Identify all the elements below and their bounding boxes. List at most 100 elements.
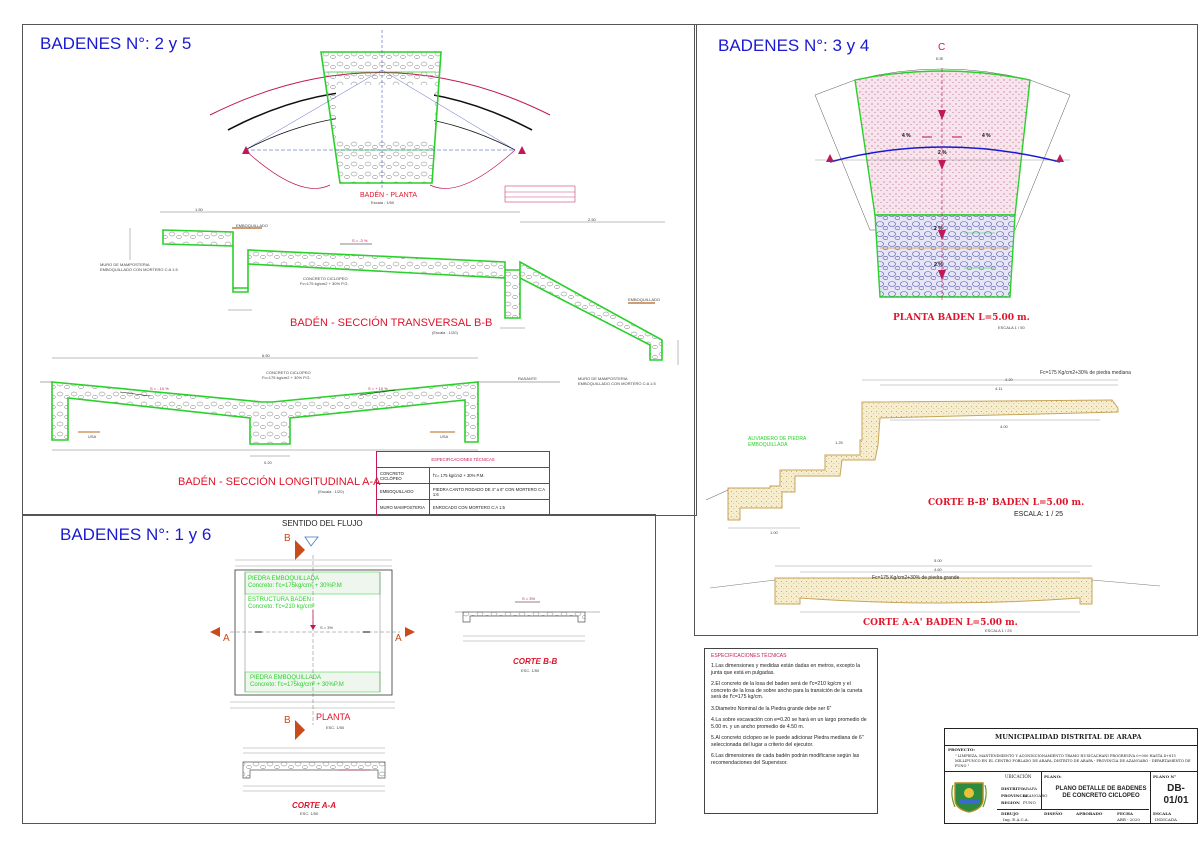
table-row: EMBOQUILLADO PIEDRA CANTO RODADO DE 4" a… — [376, 483, 551, 500]
b16-estructura: ESTRUCTURA BADEN — [248, 597, 312, 603]
b16-slope-bb: S = 3% — [522, 596, 536, 601]
b34-fc-aa: Fc=175 Kg/cm2+30% de piedra grande — [872, 575, 960, 581]
b16-piedra-top2: Concreto: f'c=175kg/cm² + 30%P.M — [248, 583, 342, 589]
b34-corte-aa-scale: ESCALA 1 / 25 — [985, 628, 1012, 633]
b16-b-bot: B — [284, 715, 291, 726]
b34-eje-label: EJE — [936, 56, 944, 61]
specs-header: ESPECIFICACIONES TÉCNICAS — [376, 451, 550, 468]
tb-proyecto: " LIMPIEZA, MANTENIMIENTO Y ACONDICIONAM… — [955, 754, 1191, 768]
b25-usa-left: USA — [88, 434, 97, 439]
note-item: 3.Diametro Nominal de la Piedra grande d… — [711, 705, 832, 712]
b25-usa-right: USA — [440, 434, 449, 439]
tb-dibujo-label: DIBUJO — [1001, 811, 1019, 816]
tb-fecha: ABR - 2020 — [1117, 817, 1140, 822]
b16-planta-drawing — [210, 536, 415, 740]
note-item: 2.El concreto de la losa del baden será … — [711, 681, 863, 700]
specs-value: ENROCADO CON MORTERO C:A 1:5 — [428, 499, 551, 516]
b25-transversal-title: BADÉN - SECCIÓN TRANSVERSAL B-B — [290, 317, 493, 329]
b25-planta-drawing — [209, 30, 576, 203]
tb-logo — [949, 779, 989, 813]
b25-transversal-drawing — [129, 211, 679, 365]
tb-aprobado-label: APROBADO — [1076, 811, 1103, 816]
tb-ubicacion: UBICACIÓN — [1005, 774, 1032, 779]
b34-fc-top: Fc=175 Kg/cm2+30% de piedra mediana — [1040, 370, 1131, 376]
specs-table: ESPECIFICACIONES TÉCNICAS CONCRETO CICLÓ… — [376, 451, 551, 516]
b34-dim-100: 1.00 — [770, 530, 778, 535]
b34-dim-411: 4.11 — [995, 386, 1003, 391]
tb-plano-no: DB-01/01 — [1163, 783, 1189, 806]
b16-corte-bb-drawing — [455, 601, 600, 642]
b16-estructura2: Concreto: f'c=210 kg/cm² — [248, 604, 315, 610]
specs-value: f'c= 175 kg/cm2 + 30% P.M. — [428, 467, 551, 484]
b25-dim-150: 1.50 — [195, 207, 203, 212]
b34-corte-bb-title: CORTE B-B' BADEN L=5.00 m. — [928, 498, 1085, 508]
b34-pct-4-right: 4 % — [982, 133, 991, 139]
b25-slope-trans: S = -3 % — [352, 238, 368, 243]
b25-embo-right: EMBOQUILLADO — [628, 297, 661, 302]
note-item: 5.Al concreto ciclopeo se le puede adici… — [711, 735, 864, 748]
b34-corte-aa-drawing — [709, 565, 1161, 613]
b25-longitudinal-scale: (Escala : 1/20) — [318, 489, 344, 494]
tb-plano-label: PLANO: — [1044, 774, 1062, 779]
specs-key: EMBOQUILLADO — [376, 483, 430, 500]
drawing-canvas — [40, 30, 1161, 792]
b34-pct-2-mid: 2 % — [934, 226, 943, 232]
b34-pct-2-top: 2 % — [938, 150, 947, 156]
b16-corte-aa-title: CORTE A-A — [292, 801, 336, 810]
b25-muro-left2: EMBOQUILLADO CON MORTERO C:A 1:5 — [100, 267, 178, 272]
b16-planta-scale: ESC. 1/50 — [326, 725, 345, 730]
tb-org: MUNICIPALIDAD DISTRITAL DE ARAPA — [995, 733, 1142, 741]
tb-plano-no-label: PLANO N° — [1153, 774, 1177, 779]
b34-dim-500: 5.00 — [934, 558, 942, 563]
technical-notes: ESPECIFICACIONES TÉCNICAS 1.Las dimensio… — [704, 648, 878, 814]
b16-b-top: B — [284, 533, 291, 544]
b16-planta-title: PLANTA — [316, 712, 351, 722]
specs-key: MURO MAMPOSTERIA — [376, 499, 430, 516]
tb-dibujo: Ing. E.A.C.A. — [1003, 817, 1029, 822]
tb-escala-label: ESCALA — [1153, 811, 1172, 816]
b16-piedra-bot2: Concreto: f'c=175kg/cm² + 30%P.M — [250, 682, 344, 688]
notes-header: ESPECIFICACIONES TÉCNICAS — [711, 653, 787, 659]
tb-proyecto-label: PROYECTO: — [948, 747, 975, 752]
title-block: MUNICIPALIDAD DISTRITAL DE ARAPA PROYECT… — [944, 728, 1198, 824]
tb-fecha-label: FECHA — [1117, 811, 1133, 816]
arapa-shield-icon — [951, 782, 987, 813]
b16-corte-bb-title: CORTE B-B — [513, 657, 558, 666]
b25-dim-250: 2.50 — [588, 217, 596, 222]
b25-rasante: RASANTE — [518, 376, 537, 381]
b34-dim-125: 1.25 — [835, 440, 843, 445]
b16-sentido: SENTIDO DEL FLUJO — [282, 519, 363, 528]
b34-dim-460: 4.60 — [934, 567, 942, 572]
b25-muro-right2: EMBOQUILLADO CON MORTERO C:A 1:5 — [578, 381, 656, 386]
note-item: 4.La sobre excavación con e=0.20 se hará… — [711, 717, 867, 730]
b25-dim-020: 0.20 — [264, 460, 272, 465]
b16-a-right: A — [395, 633, 402, 644]
b34-corte-aa-title: CORTE A-A' BADEN L=5.00 m. — [863, 618, 1018, 628]
b34-planta-title: PLANTA BADEN L=5.00 m. — [893, 313, 1030, 323]
tb-diseno-label: DISEÑO — [1044, 811, 1063, 816]
b25-dim-650: 6.50 — [262, 353, 270, 358]
table-row: CONCRETO CICLÓPEO f'c= 175 kg/cm2 + 30% … — [376, 467, 551, 484]
b25-planta-scale: Escala : 1/50 — [371, 200, 395, 205]
tb-distrito-label: DISTRITO — [1001, 786, 1024, 791]
b34-dim-420: 4.20 — [1005, 377, 1013, 382]
tb-region-label: REGION — [1001, 800, 1020, 805]
b34-alivia-2: EMBOQUILLADA — [748, 442, 788, 448]
b34-dim-400: 4.00 — [1000, 424, 1008, 429]
b16-piedra-bot: PIEDRA EMBOQUILLADA — [250, 675, 322, 681]
b25-embo-left: EMBOQUILLADO — [236, 223, 269, 228]
note-item: 1.Las dimensiones y medidas están dadas … — [711, 663, 861, 676]
b25-concreto-long2: Fc=175 kg/cm2 + 30% P.G. — [262, 375, 311, 380]
b34-planta-scale: ESCALA 1 / 50 — [998, 325, 1025, 330]
tb-region: PUNO — [1023, 800, 1036, 805]
note-item: 6.Las dimensiones de cada badén podrán m… — [711, 753, 860, 766]
b25-slope-long-right: S = + 10 % — [368, 386, 388, 391]
b25-transversal-scale: (Escala : 1/20) — [432, 330, 458, 335]
tb-distrito: ARAPA — [1023, 786, 1038, 791]
b34-pct-4-left: 4 % — [902, 133, 911, 139]
b25-planta-label: BADÉN - PLANTA — [360, 192, 418, 199]
specs-key: CONCRETO CICLÓPEO — [376, 467, 430, 484]
b16-slope: S = 3% — [320, 625, 334, 630]
b16-a-left: A — [223, 633, 230, 644]
b16-corte-bb-scale: ESC. 1/50 — [521, 668, 540, 673]
